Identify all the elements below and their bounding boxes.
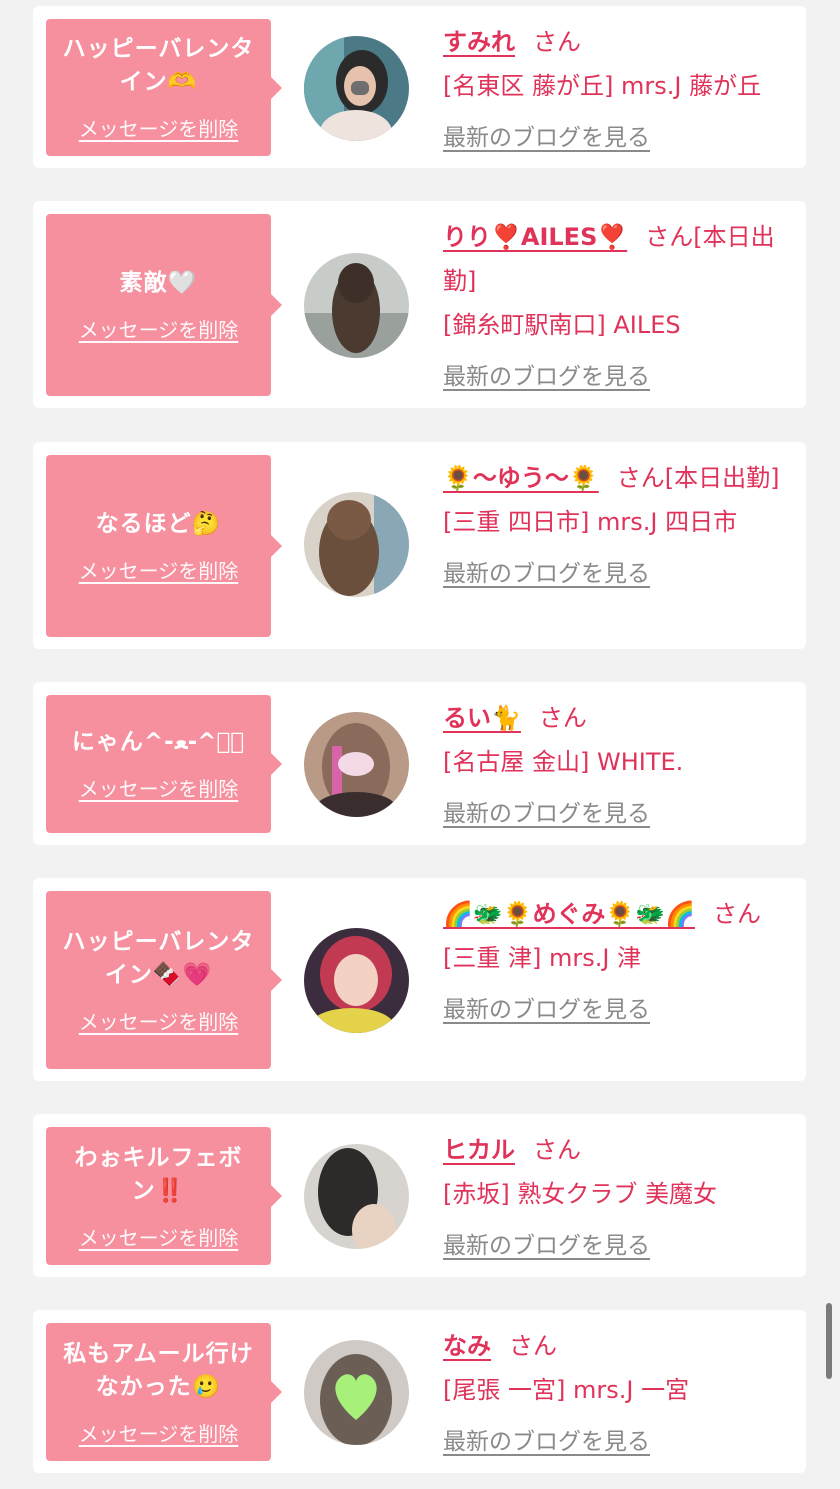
avatar-photo-icon [304,492,409,597]
honorific: さん [533,28,581,56]
latest-blog-link[interactable]: 最新のブログを見る [443,988,650,1032]
message-card: 素敵🤍 メッセージを削除 りり❣️AILES❣️ さん[本日出勤] [錦糸町駅南口… [33,201,806,408]
message-bubble: わぉキルフェボン‼️ メッセージを削除 [46,1127,282,1265]
message-card: 私もアムール行けなかった🥲 メッセージを削除 なみ さん [尾張 一宮] mrs.… [33,1310,806,1473]
delete-message-link[interactable]: メッセージを削除 [79,555,239,584]
cast-name-link[interactable]: 🌻〜ゆう〜🌻 [443,464,599,492]
honorific: さん[本日出勤] [616,464,780,492]
message-text: 素敵🤍 [119,270,198,296]
message-card: ハッピーバレンタイン🫶 メッセージを削除 すみれ さん [名東区 藤が丘] mrs… [33,6,806,168]
shop-info: [三重 津] mrs.J 津 [443,944,642,972]
delete-message-link[interactable]: メッセージを削除 [79,113,239,142]
avatar[interactable] [304,492,409,597]
latest-blog-link[interactable]: 最新のブログを見る [443,116,650,160]
message-bubble: にゃん^-ﻌ-^ฅ゙ メッセージを削除 [46,695,282,833]
avatar-photo-icon [304,1340,409,1445]
cast-name-link[interactable]: すみれ [443,28,515,56]
cast-name-link[interactable]: りり❣️AILES❣️ [443,223,627,251]
honorific: さん [509,1332,557,1360]
shop-info: [名東区 藤が丘] mrs.J 藤が丘 [443,72,762,100]
shop-info: [尾張 一宮] mrs.J 一宮 [443,1376,690,1404]
message-card: わぉキルフェボン‼️ メッセージを削除 ヒカル さん [赤坂] 熟女クラブ 美魔女… [33,1114,806,1277]
scrollbar-thumb[interactable] [826,1303,832,1379]
message-bubble: 素敵🤍 メッセージを削除 [46,214,282,396]
latest-blog-link[interactable]: 最新のブログを見る [443,355,650,399]
message-text: なるほど🤔 [95,511,222,537]
avatar-photo-icon [304,712,409,817]
message-text: ハッピーバレンタイン🫶 [62,36,255,95]
message-text: ハッピーバレンタイン🍫💗 [62,928,255,988]
profile-info: ヒカル さん [赤坂] 熟女クラブ 美魔女 最新のブログを見る [443,1128,793,1268]
avatar[interactable] [304,712,409,817]
profile-info: るい🐈 さん [名古屋 金山] WHITE. 最新のブログを見る [443,696,793,836]
delete-message-link[interactable]: メッセージを削除 [79,773,239,802]
latest-blog-link[interactable]: 最新のブログを見る [443,1224,650,1268]
message-card: ハッピーバレンタイン🍫💗 メッセージを削除 🌈🐲🌻めぐみ🌻🐲🌈 さん [三重 津]… [33,878,806,1081]
avatar[interactable] [304,1144,409,1249]
latest-blog-link[interactable]: 最新のブログを見る [443,552,650,596]
delete-message-link[interactable]: メッセージを削除 [79,1222,239,1251]
avatar[interactable] [304,928,409,1033]
avatar-photo-icon [304,253,409,358]
avatar[interactable] [304,253,409,358]
message-bubble: なるほど🤔 メッセージを削除 [46,455,282,637]
delete-message-link[interactable]: メッセージを削除 [79,1418,239,1447]
avatar-photo-icon [304,928,409,1033]
message-text: 私もアムール行けなかった🥲 [63,1340,254,1400]
message-text: にゃん^-ﻌ-^ฅ゙ [71,729,246,755]
message-bubble: ハッピーバレンタイン🍫💗 メッセージを削除 [46,891,282,1069]
honorific: さん [713,900,762,928]
cast-name-link[interactable]: なみ [443,1332,491,1360]
profile-info: 🌻〜ゆう〜🌻 さん[本日出勤] [三重 四日市] mrs.J 四日市 最新のブログ… [443,456,793,596]
message-card: にゃん^-ﻌ-^ฅ゙ メッセージを削除 るい🐈 さん [名古屋 金山] WHITE… [33,682,806,845]
honorific: さん [538,704,587,732]
profile-info: 🌈🐲🌻めぐみ🌻🐲🌈 さん [三重 津] mrs.J 津 最新のブログを見る [443,892,793,1032]
shop-info: [錦糸町駅南口] AILES [443,311,681,339]
cast-name-link[interactable]: るい🐈 [443,704,521,732]
delete-message-link[interactable]: メッセージを削除 [79,314,239,343]
message-card: なるほど🤔 メッセージを削除 🌻〜ゆう〜🌻 さん[本日出勤] [三重 四日市] m… [33,442,806,649]
message-bubble: ハッピーバレンタイン🫶 メッセージを削除 [46,19,282,156]
honorific: さん [533,1136,581,1164]
avatar-photo-icon [304,1144,409,1249]
avatar[interactable] [304,36,409,141]
latest-blog-link[interactable]: 最新のブログを見る [443,792,650,836]
avatar-photo-icon [304,36,409,141]
profile-info: すみれ さん [名東区 藤が丘] mrs.J 藤が丘 最新のブログを見る [443,20,793,160]
latest-blog-link[interactable]: 最新のブログを見る [443,1420,650,1464]
profile-info: りり❣️AILES❣️ さん[本日出勤] [錦糸町駅南口] AILES 最新のブロ… [443,215,793,399]
cast-name-link[interactable]: ヒカル [443,1136,515,1164]
shop-info: [三重 四日市] mrs.J 四日市 [443,508,738,536]
shop-info: [赤坂] 熟女クラブ 美魔女 [443,1180,717,1208]
profile-info: なみ さん [尾張 一宮] mrs.J 一宮 最新のブログを見る [443,1324,793,1464]
message-bubble: 私もアムール行けなかった🥲 メッセージを削除 [46,1323,282,1461]
message-text: わぉキルフェボン‼️ [74,1144,243,1204]
cast-name-link[interactable]: 🌈🐲🌻めぐみ🌻🐲🌈 [443,900,695,928]
delete-message-link[interactable]: メッセージを削除 [79,1006,239,1035]
avatar[interactable] [304,1340,409,1445]
shop-info: [名古屋 金山] WHITE. [443,748,684,776]
